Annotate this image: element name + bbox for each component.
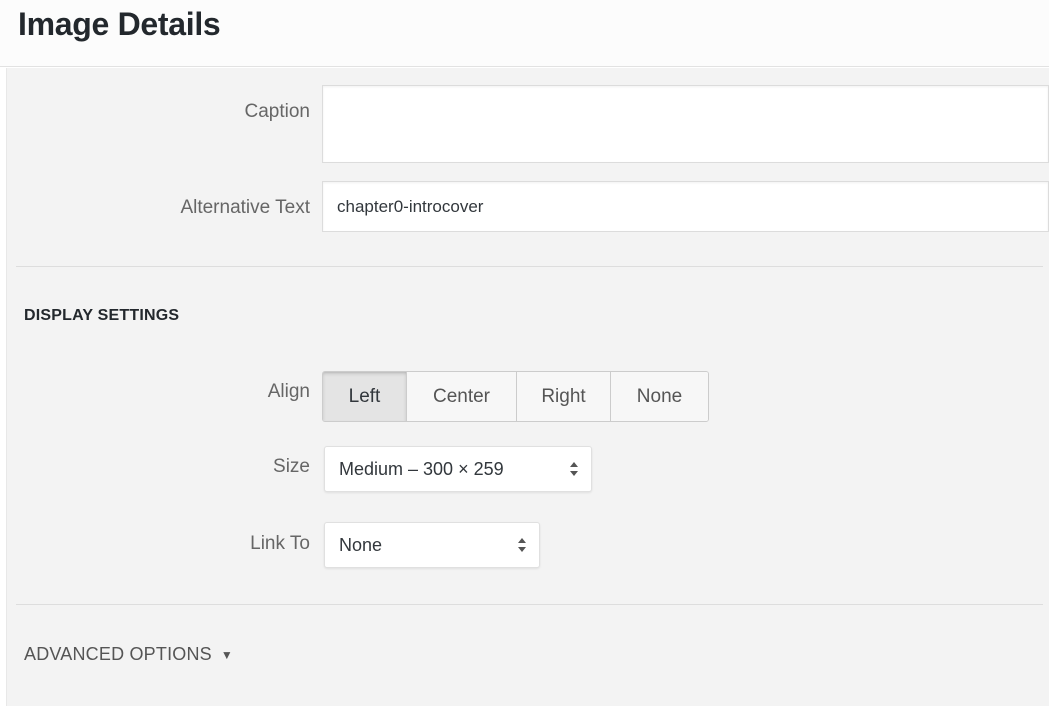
select-arrows-icon (518, 538, 526, 552)
select-arrows-icon (570, 462, 578, 476)
link-to-select-value: None (339, 534, 383, 555)
size-label: Size (273, 456, 310, 477)
align-right-button[interactable]: Right (516, 372, 610, 421)
page-title: Image Details (18, 6, 221, 42)
modal-header: Image Details (0, 0, 1049, 67)
divider (16, 266, 1043, 267)
display-settings-heading: DISPLAY SETTINGS (24, 307, 180, 324)
align-none-button[interactable]: None (610, 372, 708, 421)
advanced-options-label: ADVANCED OPTIONS (24, 644, 212, 664)
size-select-value: Medium – 300 × 259 (339, 458, 504, 479)
advanced-options-toggle[interactable]: ADVANCED OPTIONS ▼ (24, 644, 233, 665)
caption-label: Caption (244, 101, 311, 122)
align-button-group: Left Center Right None (322, 371, 709, 422)
link-to-select[interactable]: None (324, 522, 540, 568)
alt-text-label: Alternative Text (180, 197, 310, 218)
align-center-button[interactable]: Center (406, 372, 516, 421)
align-left-button[interactable]: Left (323, 372, 406, 421)
caption-field[interactable] (322, 85, 1049, 163)
triangle-down-icon: ▼ (220, 647, 233, 662)
alt-text-field[interactable] (322, 181, 1049, 232)
link-to-label: Link To (250, 533, 310, 554)
size-select[interactable]: Medium – 300 × 259 (324, 446, 592, 492)
align-label: Align (267, 381, 310, 402)
divider (16, 604, 1043, 605)
